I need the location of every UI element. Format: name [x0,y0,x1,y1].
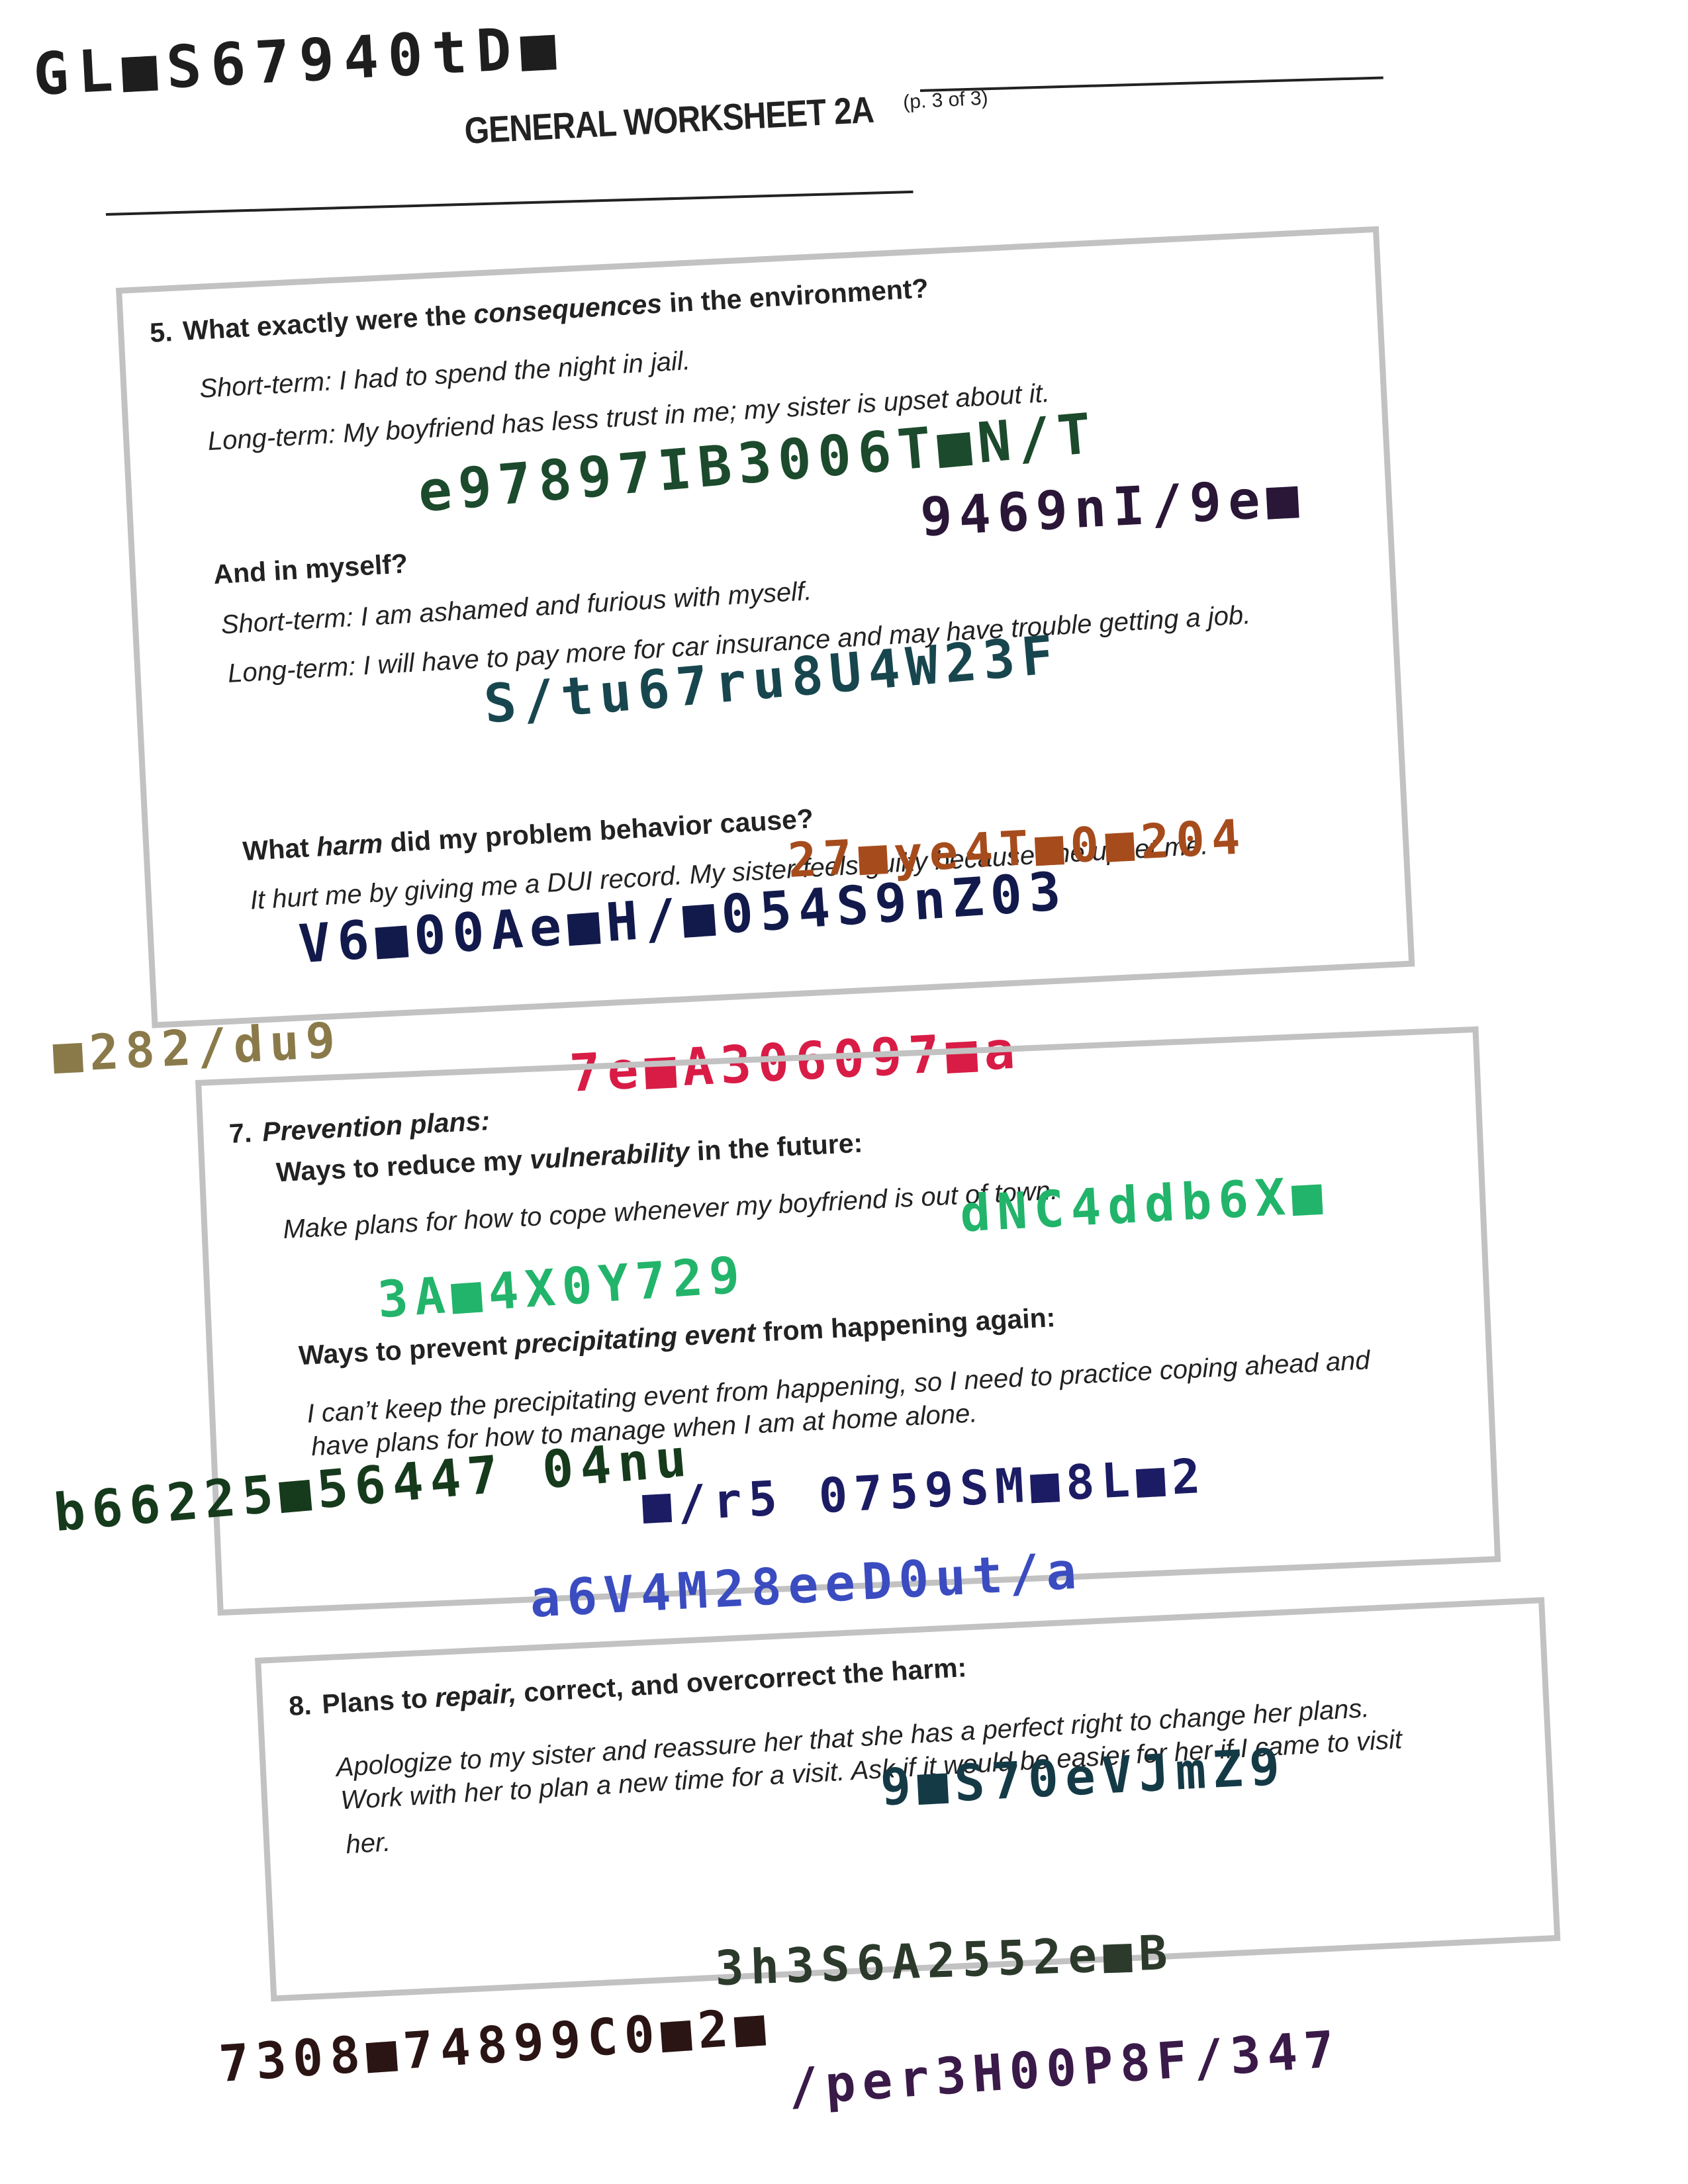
header-rule-top [919,76,1383,92]
question-number: 8. [288,1690,312,1721]
page-subtitle: (p. 3 of 3) [902,87,989,114]
page-title: GENERAL WORKSHEET 2A [463,88,875,152]
env-short-term: Short-term: I had to spend the night in … [199,346,692,404]
question-number: 5. [149,316,173,348]
question-number: 7. [228,1117,253,1149]
handwriting-line: GL■S67940tD■ [31,13,567,109]
handwriting-line: 7308■74899C0■2■ [216,1995,774,2094]
handwriting-line: ■282/du9 [52,1011,344,1084]
header-rule-bottom [105,190,914,216]
page-header: GENERAL WORKSHEET 2A (p. 3 of 3) [463,82,990,152]
repair-answer-line-3: her. [345,1827,392,1860]
self-heading: And in myself? [212,548,409,590]
harm-heading: What harm did my problem behavior cause? [242,803,815,867]
vulnerability-answer: Make plans for how to cope whenever my b… [282,1175,1058,1245]
handwriting-line: /per3H00P8F/347 [786,2019,1343,2117]
question-5-block: 5. What exactly were the consequences in … [149,246,1439,915]
